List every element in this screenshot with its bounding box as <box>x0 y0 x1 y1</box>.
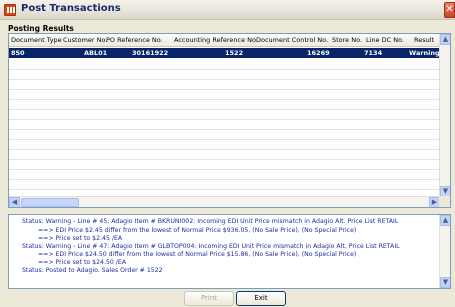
print-button[interactable]: Print <box>184 291 234 306</box>
table-row[interactable]: 850 ABL01 30161922 1522 16269 7134 Warni… <box>9 48 440 58</box>
grid-row-divider <box>9 179 440 180</box>
scroll-down-arrow-icon[interactable]: ▼ <box>440 277 450 288</box>
cell-result: Warning <box>409 49 440 57</box>
exit-button[interactable]: Exit <box>236 291 286 306</box>
grid-row-divider <box>9 139 440 140</box>
status-log[interactable]: Status: Warning - Line # 45: Adagio Item… <box>8 214 451 289</box>
column-header-line-dc-no[interactable]: Line DC No. <box>366 36 404 44</box>
column-header-store-no[interactable]: Store No. <box>332 36 362 44</box>
scroll-up-arrow-icon[interactable]: ▲ <box>440 215 450 226</box>
grid-row-divider <box>9 69 440 70</box>
grid-row-divider <box>9 109 440 110</box>
column-header-result[interactable]: Result <box>414 36 434 44</box>
grid-row-divider <box>9 159 440 160</box>
status-line: Status: Warning - Line # 45: Adagio Item… <box>22 218 399 225</box>
grid-row-divider <box>9 169 440 170</box>
grid-row-divider <box>9 129 440 130</box>
status-vertical-scrollbar[interactable]: ▲ ▼ <box>439 215 450 288</box>
close-button[interactable]: ✕ <box>444 2 455 18</box>
grid-row-divider <box>9 119 440 120</box>
grid-row-divider <box>9 89 440 90</box>
grid-row-divider <box>9 189 440 190</box>
horizontal-scroll-thumb[interactable] <box>21 198 79 207</box>
cell-customer-no: ABL01 <box>84 49 108 57</box>
grid-row-divider <box>9 79 440 80</box>
column-header-document-control-no[interactable]: Document Control No. <box>256 36 328 44</box>
grid-header: Document Type Customer No. PO Reference … <box>9 34 440 47</box>
results-grid[interactable]: Document Type Customer No. PO Reference … <box>8 33 451 208</box>
scroll-left-arrow-icon[interactable]: ◀ <box>9 197 20 207</box>
status-line: ==> EDI Price $24.50 differ from the low… <box>38 251 357 258</box>
window-title: Post Transactions <box>21 3 121 14</box>
cell-document-type: 850 <box>11 49 25 57</box>
grid-row-divider <box>9 99 440 100</box>
status-line: ==> EDI Price $2.45 differ from the lowe… <box>38 227 357 234</box>
cell-po-reference-no: 30161922 <box>132 49 169 57</box>
column-header-po-reference-no[interactable]: PO Reference No. <box>106 36 163 44</box>
grid-vertical-scrollbar[interactable]: ▲ ▼ <box>439 34 450 197</box>
scroll-up-arrow-icon[interactable]: ▲ <box>440 34 450 45</box>
cell-store-no: 7134 <box>364 49 383 57</box>
status-line: ==> Price set to $24.50 /EA <box>38 259 127 266</box>
scrollbar-corner <box>439 196 450 207</box>
status-line: Status: Warning - Line # 47: Adagio Item… <box>22 243 400 250</box>
column-header-customer-no[interactable]: Customer No. <box>63 36 107 44</box>
column-header-accounting-reference-no[interactable]: Accounting Reference No. <box>174 36 258 44</box>
cell-accounting-reference-no: 1522 <box>225 49 244 57</box>
grid-row-divider <box>9 149 440 150</box>
column-header-document-type[interactable]: Document Type <box>11 36 62 44</box>
status-line: Status: Posted to Adagio. Sales Order # … <box>22 267 163 274</box>
title-bar: Post Transactions ✕ <box>0 0 455 20</box>
grid-horizontal-scrollbar[interactable]: ◀ ▶ <box>9 196 440 207</box>
app-icon <box>4 4 16 16</box>
cell-document-control-no: 16269 <box>307 49 330 57</box>
status-line: ==> Price set to $2.45 /EA <box>38 235 123 242</box>
posting-results-label: Posting Results <box>8 24 74 33</box>
